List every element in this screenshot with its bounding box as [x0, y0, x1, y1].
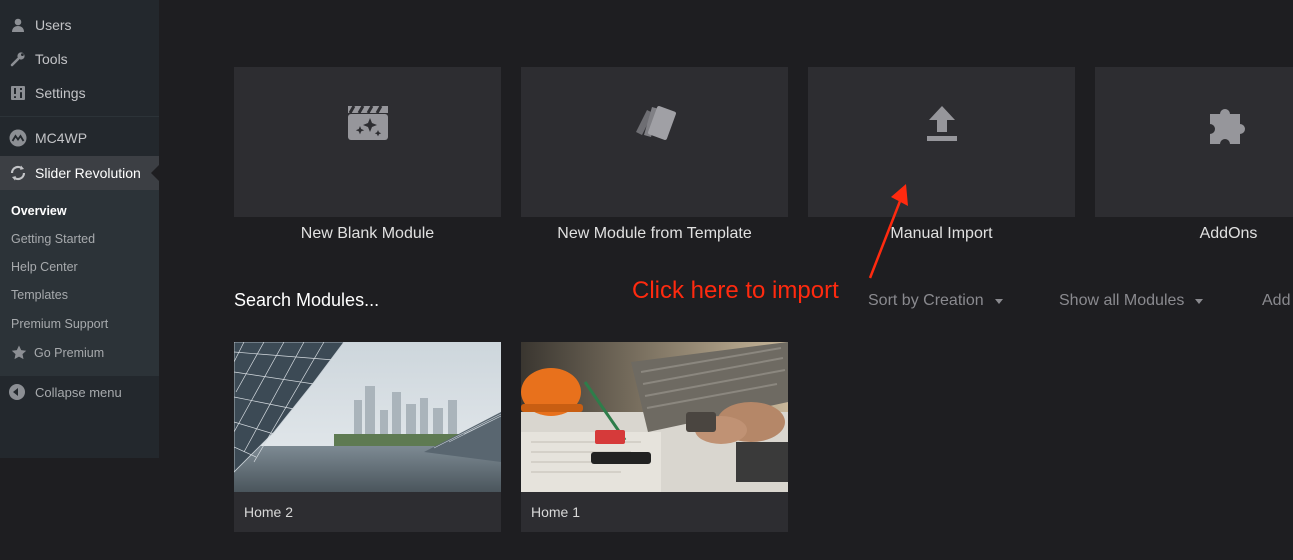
- filter-dropdown-label: Show all Modules: [1059, 292, 1185, 309]
- submenu-item-overview[interactable]: Overview: [11, 204, 67, 218]
- slider-revolution-submenu: Overview Getting Started Help Center Tem…: [0, 190, 159, 376]
- card-label: New Module from Template: [557, 225, 752, 242]
- wrench-icon: [9, 50, 27, 68]
- sidebar-item-slider-revolution[interactable]: Slider Revolution: [0, 156, 159, 190]
- submenu-item-premium-support[interactable]: Premium Support: [11, 317, 108, 331]
- chevron-down-icon: [994, 298, 1003, 304]
- star-icon: [11, 345, 27, 360]
- sort-dropdown[interactable]: Sort by Creation: [868, 292, 1003, 310]
- addons-card[interactable]: AddOns: [1095, 67, 1293, 242]
- mc4wp-icon: [9, 129, 27, 147]
- card-label: Manual Import: [890, 225, 993, 242]
- card-label: AddOns: [1199, 225, 1258, 242]
- collapse-label: Collapse menu: [35, 384, 122, 400]
- sort-dropdown-label: Sort by Creation: [868, 292, 984, 309]
- template-cards-icon: [521, 101, 788, 145]
- sidebar-item-mc4wp[interactable]: MC4WP: [0, 121, 159, 155]
- sidebar-divider: [0, 116, 159, 117]
- submenu-item-label: Go Premium: [34, 345, 105, 360]
- users-icon: [9, 16, 27, 34]
- submenu-item-templates[interactable]: Templates: [11, 288, 68, 302]
- sidebar-item-label: Users: [35, 17, 72, 33]
- sidebar-item-label: Slider Revolution: [35, 165, 141, 181]
- collapse-icon: [9, 384, 25, 400]
- manual-import-card[interactable]: Manual Import: [808, 67, 1075, 242]
- module-thumbnail-construction: [521, 342, 788, 492]
- sidebar-item-tools[interactable]: Tools: [0, 42, 159, 76]
- upload-icon: [808, 101, 1075, 145]
- sidebar-item-label: MC4WP: [35, 130, 88, 146]
- filter-dropdown[interactable]: Show all Modules: [1059, 292, 1204, 310]
- refresh-icon: [9, 164, 27, 182]
- sidebar-item-label: Tools: [35, 51, 68, 67]
- search-modules-input[interactable]: Search Modules...: [234, 290, 379, 311]
- sidebar-item-label: Settings: [35, 85, 86, 101]
- new-blank-module-card[interactable]: New Blank Module: [234, 67, 501, 242]
- clapperboard-sparkle-icon: [234, 101, 501, 145]
- module-tile-home-2[interactable]: Home 2: [234, 342, 501, 532]
- submenu-item-go-premium[interactable]: Go Premium: [11, 345, 104, 360]
- chevron-down-icon: [1195, 298, 1204, 304]
- puzzle-icon: [1095, 101, 1293, 145]
- module-tile-home-1[interactable]: Home 1: [521, 342, 788, 532]
- module-title: Home 1: [531, 504, 581, 520]
- admin-sidebar: Users Tools Settings MC4WP Slider Revolu…: [0, 0, 159, 458]
- import-annotation: Click here to import: [632, 277, 839, 304]
- sidebar-item-users[interactable]: Users: [0, 8, 159, 42]
- module-title: Home 2: [244, 504, 294, 520]
- submenu-item-getting-started[interactable]: Getting Started: [11, 232, 95, 246]
- module-thumbnail-architecture: [234, 342, 501, 492]
- sidebar-item-settings[interactable]: Settings: [0, 76, 159, 110]
- settings-icon: [9, 84, 27, 102]
- add-dropdown-label: Add: [1262, 292, 1291, 309]
- active-indicator: [151, 165, 159, 181]
- collapse-menu-button[interactable]: Collapse menu: [9, 384, 122, 400]
- add-dropdown[interactable]: Add: [1262, 292, 1290, 310]
- annotation-arrow: [868, 184, 908, 279]
- card-label: New Blank Module: [300, 225, 435, 242]
- submenu-item-help-center[interactable]: Help Center: [11, 260, 78, 274]
- new-module-from-template-card[interactable]: New Module from Template: [521, 67, 788, 242]
